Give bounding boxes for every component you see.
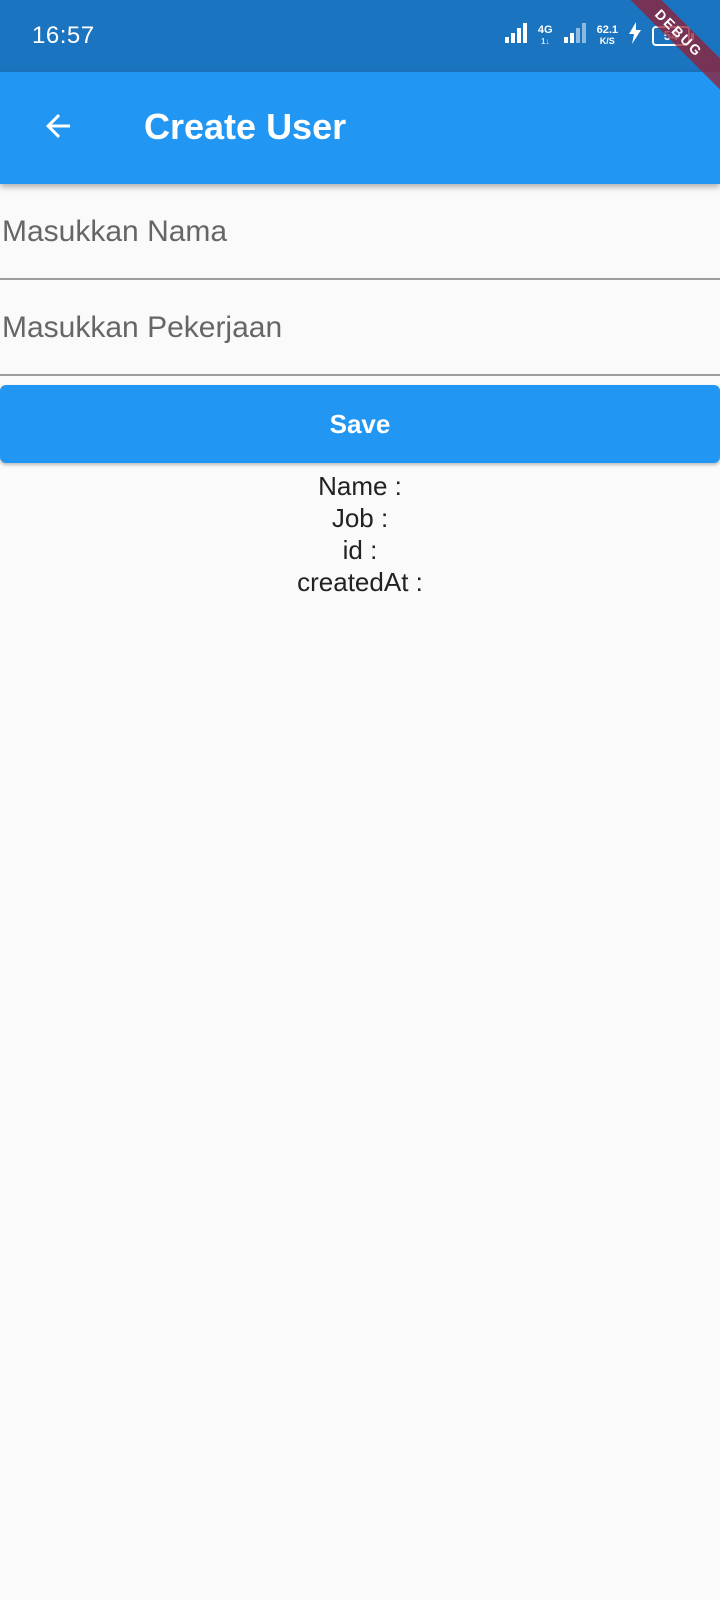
result-job: Job : bbox=[331, 503, 389, 533]
network-type-label: 4G bbox=[537, 23, 553, 36]
network-speed-unit: K/S bbox=[599, 35, 615, 46]
result-created-at: createdAt : bbox=[297, 567, 423, 597]
result-id: id : bbox=[342, 535, 378, 565]
result-panel: Name : Job : id : createdAt : bbox=[0, 470, 720, 598]
app-bar: Create User bbox=[0, 72, 720, 184]
network-type-indicator: 4G 1↓ bbox=[537, 23, 553, 47]
status-time: 16:57 bbox=[32, 22, 95, 49]
charging-icon bbox=[628, 22, 642, 49]
job-input[interactable] bbox=[0, 282, 720, 374]
signal-secondary-icon bbox=[563, 22, 587, 49]
network-speed-value: 62.1 bbox=[596, 23, 618, 36]
job-field bbox=[0, 282, 720, 376]
result-name: Name : bbox=[318, 471, 402, 501]
status-bar: 16:57 4G 1↓ 62.1 K/S bbox=[0, 0, 720, 72]
network-sub-label: 1↓ bbox=[541, 36, 550, 46]
arrow-back-icon bbox=[40, 108, 76, 149]
name-field bbox=[0, 186, 720, 280]
page-title: Create User bbox=[144, 106, 347, 147]
signal-icon bbox=[504, 22, 528, 49]
save-button[interactable]: Save bbox=[0, 385, 720, 463]
network-speed: 62.1 K/S bbox=[596, 23, 618, 47]
back-button[interactable] bbox=[26, 96, 90, 160]
name-input[interactable] bbox=[0, 186, 720, 278]
